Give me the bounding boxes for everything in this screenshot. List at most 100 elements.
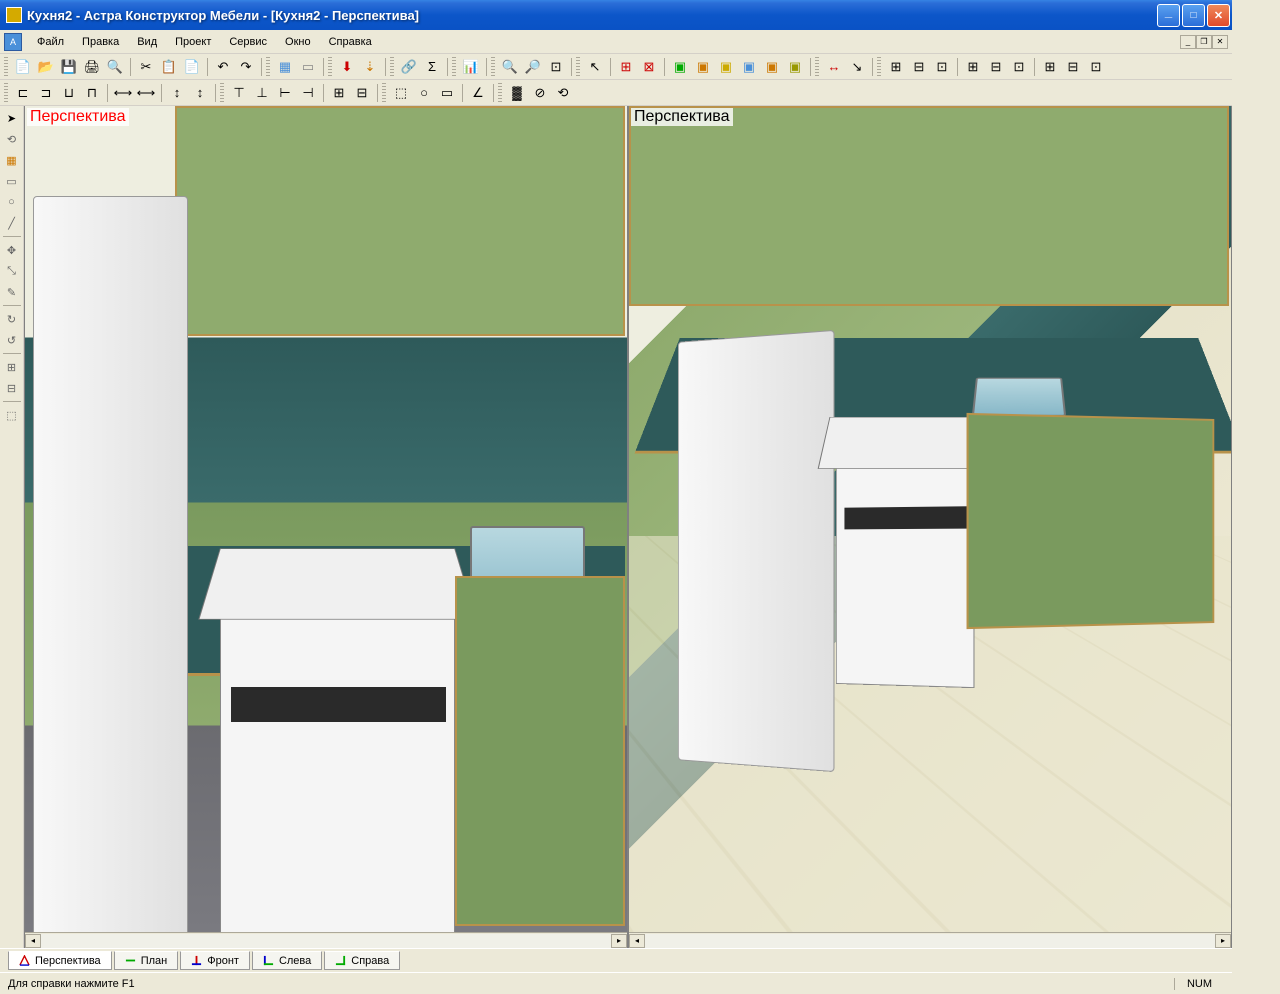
mdi-minimize-button[interactable]: _ [1180,35,1196,49]
layout2-icon[interactable]: ⊟ [908,56,930,78]
layout1-icon[interactable]: ⊞ [885,56,907,78]
mdi-restore-button[interactable]: ❐ [1196,35,1212,49]
op1-icon[interactable]: ⊤ [228,82,250,104]
zoom-out-icon[interactable]: 🔎 [522,56,544,78]
pointer-tool-icon[interactable]: ➤ [2,108,22,128]
undo-icon[interactable]: ↶ [212,56,234,78]
rotate-ccw-icon[interactable]: ↺ [2,330,22,350]
scroll-track[interactable] [41,934,611,948]
copy-icon[interactable]: 📋 [158,56,180,78]
layout8-icon[interactable]: ⊟ [1062,56,1084,78]
mdi-close-button[interactable]: ✕ [1212,35,1228,49]
scroll-left-button[interactable]: ◂ [629,934,645,948]
tab-plan[interactable]: План [114,951,179,970]
toolbar-grip[interactable] [498,83,502,103]
menu-project[interactable]: Проект [166,33,220,51]
op2-icon[interactable]: ⊥ [251,82,273,104]
wire-icon[interactable]: ▣ [669,56,691,78]
viewport-right-canvas[interactable]: Перспектива [629,106,1231,932]
scale-tool-icon[interactable]: ⤡ [2,261,22,281]
rotate-tool-icon[interactable]: ⟲ [2,129,22,149]
layout6-icon[interactable]: ⊡ [1008,56,1030,78]
toolbar-grip[interactable] [220,83,224,103]
sigma-icon[interactable]: Σ [421,56,443,78]
menu-service[interactable]: Сервис [220,33,276,51]
dist3-icon[interactable]: ↕ [166,82,188,104]
edit-tool-icon[interactable]: ✎ [2,282,22,302]
scroll-left-button[interactable]: ◂ [25,934,41,948]
new-icon[interactable]: 📄 [12,56,34,78]
toolbar-grip[interactable] [328,57,332,77]
tree-icon[interactable]: 🔗 [398,56,420,78]
menu-edit[interactable]: Правка [73,33,128,51]
cube-icon[interactable]: ⬚ [390,82,412,104]
print-preview-icon[interactable]: 🔍 [104,56,126,78]
rect-tool-icon[interactable]: ▭ [2,171,22,191]
cylinder-icon[interactable]: ○ [413,82,435,104]
rotate-cw-icon[interactable]: ↻ [2,309,22,329]
mat3-icon[interactable]: ⟲ [552,82,574,104]
op6-icon[interactable]: ⊟ [351,82,373,104]
scroll-right-button[interactable]: ▸ [611,934,627,948]
viewport-left-canvas[interactable]: Перспектива [25,106,627,932]
op3-icon[interactable]: ⊢ [274,82,296,104]
shade4-icon[interactable]: ▣ [761,56,783,78]
op5-icon[interactable]: ⊞ [328,82,350,104]
layout4-icon[interactable]: ⊞ [962,56,984,78]
snap2-icon[interactable]: ⊠ [638,56,660,78]
op4-icon[interactable]: ⊣ [297,82,319,104]
toolbar-grip[interactable] [815,57,819,77]
snap1-icon[interactable]: ⊞ [615,56,637,78]
toolbar-grip[interactable] [4,57,8,77]
minimize-button[interactable] [1157,4,1180,27]
tab-left[interactable]: Слева [252,951,322,970]
open-icon[interactable]: 📂 [35,56,57,78]
tab-right[interactable]: Справа [324,951,400,970]
menu-window[interactable]: Окно [276,33,320,51]
close-button[interactable] [1207,4,1230,27]
move-tool-icon[interactable]: ✥ [2,240,22,260]
save-icon[interactable]: 💾 [58,56,80,78]
menu-help[interactable]: Справка [320,33,381,51]
part-icon[interactable]: ▭ [436,82,458,104]
layout3-icon[interactable]: ⊡ [931,56,953,78]
menu-view[interactable]: Вид [128,33,166,51]
line-tool-icon[interactable]: ╱ [2,213,22,233]
angle-icon[interactable]: ∠ [467,82,489,104]
scroll-track[interactable] [645,934,1215,948]
layout7-icon[interactable]: ⊞ [1039,56,1061,78]
toolbar-grip[interactable] [576,57,580,77]
scroll-right-button[interactable]: ▸ [1215,934,1231,948]
material-tool-icon[interactable]: ▦ [2,150,22,170]
fastener2-icon[interactable]: ⇣ [359,56,381,78]
toolbar-grip[interactable] [266,57,270,77]
layout5-icon[interactable]: ⊟ [985,56,1007,78]
misc-tool-icon[interactable]: ⬚ [2,405,22,425]
align2-icon[interactable]: ⊐ [35,82,57,104]
paste-icon[interactable]: 📄 [181,56,203,78]
shade5-icon[interactable]: ▣ [784,56,806,78]
toolbar-grip[interactable] [390,57,394,77]
select-icon[interactable]: ↖ [584,56,606,78]
dist2-icon[interactable]: ⟷ [135,82,157,104]
fastener-icon[interactable]: ⬇ [336,56,358,78]
align3-icon[interactable]: ⊔ [58,82,80,104]
align4-icon[interactable]: ⊓ [81,82,103,104]
zoom-fit-icon[interactable]: ⊡ [545,56,567,78]
shade1-icon[interactable]: ▣ [692,56,714,78]
dim-icon[interactable]: ↔ [823,56,845,78]
toolbar-grip[interactable] [452,57,456,77]
tab-front[interactable]: Фронт [180,951,250,970]
redo-icon[interactable]: ↷ [235,56,257,78]
shade2-icon[interactable]: ▣ [715,56,737,78]
rectangle-icon[interactable]: ▭ [297,56,319,78]
align1-icon[interactable]: ⊏ [12,82,34,104]
shade3-icon[interactable]: ▣ [738,56,760,78]
tab-perspective[interactable]: Перспектива [8,951,112,970]
panel-icon[interactable]: ▦ [274,56,296,78]
maximize-button[interactable] [1182,4,1205,27]
print-icon[interactable]: 🖨 [81,56,103,78]
mat2-icon[interactable]: ⊘ [529,82,551,104]
zoom-in-icon[interactable]: 🔍 [499,56,521,78]
menu-file[interactable]: Файл [28,33,73,51]
